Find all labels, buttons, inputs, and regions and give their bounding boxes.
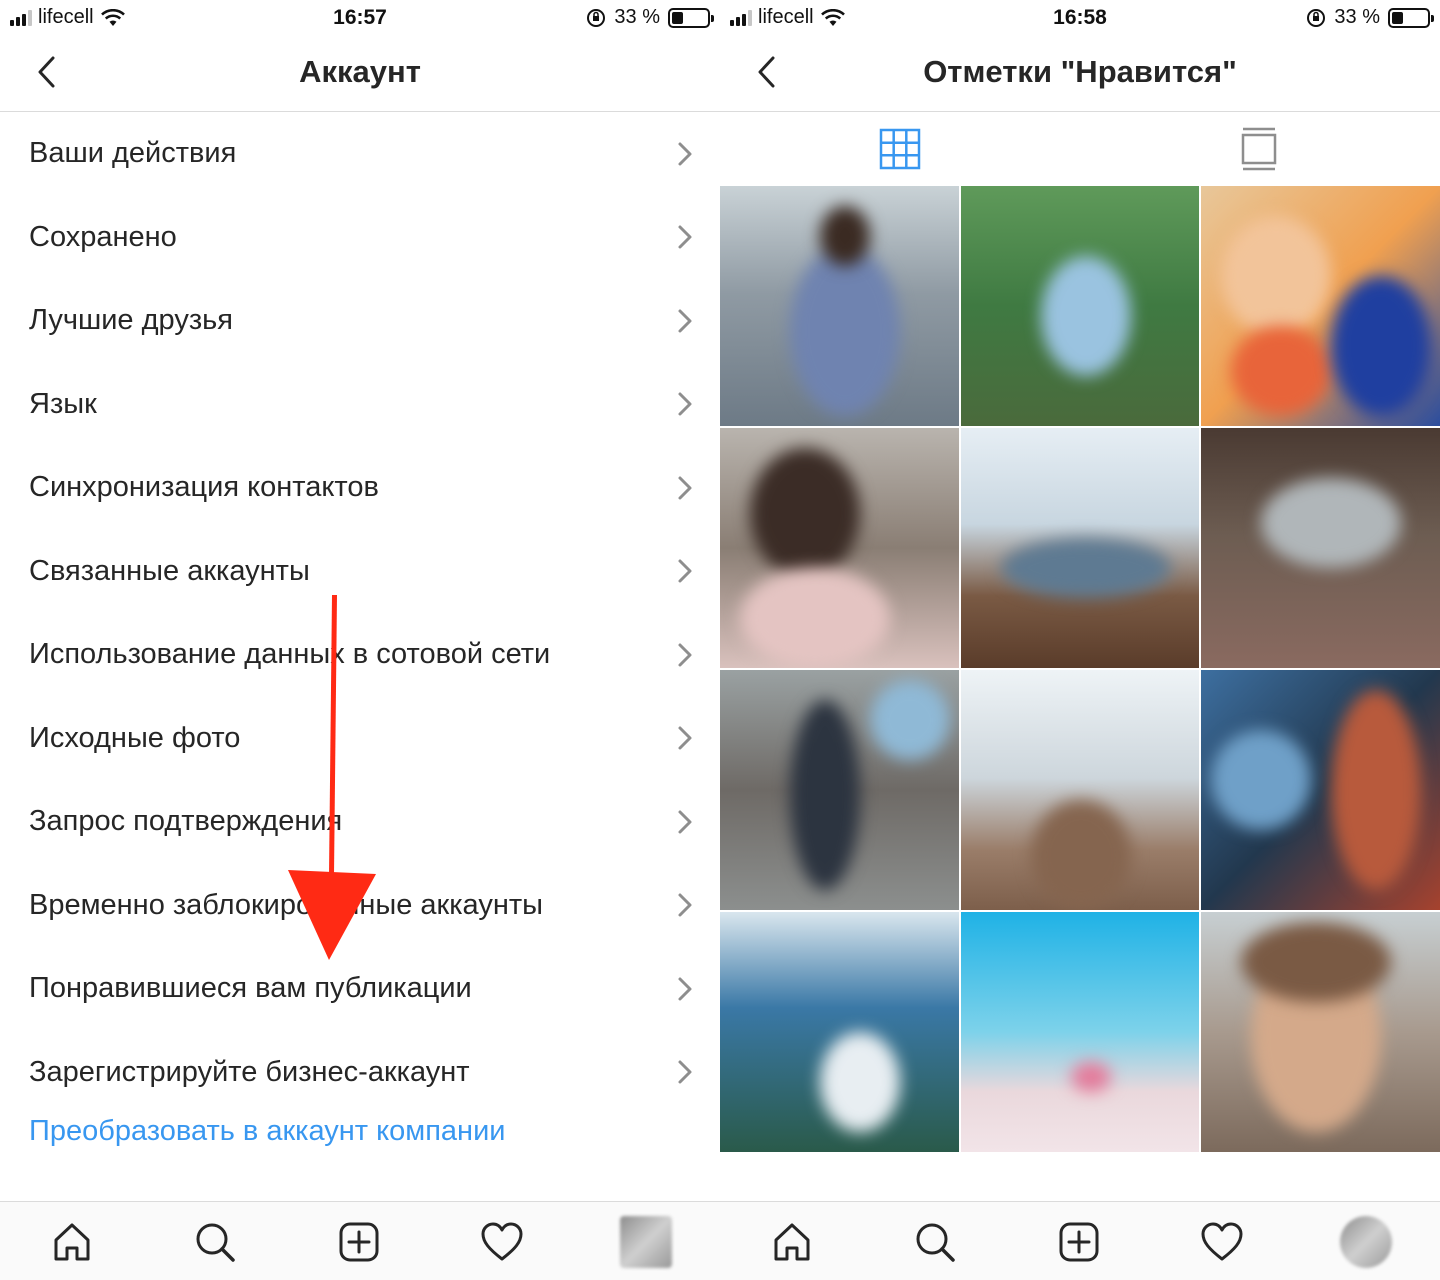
- search-icon: [916, 1223, 955, 1262]
- menu-item-label: Сохранено: [29, 220, 177, 253]
- menu-item-label: Язык: [29, 387, 97, 420]
- page-title: Отметки "Нравится": [923, 54, 1237, 89]
- menu-item-business-account[interactable]: Зарегистрируйте бизнес-аккаунт: [0, 1031, 720, 1115]
- search-icon: [196, 1223, 235, 1262]
- profile-avatar: [1340, 1216, 1392, 1268]
- menu-item-label: Запрос подтверждения: [29, 805, 343, 838]
- battery-fill: [672, 11, 683, 24]
- bottom-tab-bar: [720, 1201, 1440, 1280]
- tab-profile[interactable]: [616, 1212, 676, 1272]
- menu-item-saved[interactable]: Сохранено: [0, 196, 720, 280]
- chevron-right-icon: [678, 225, 692, 249]
- liked-post-thumbnail[interactable]: [1201, 912, 1440, 1152]
- menu-item-cellular-data[interactable]: Использование данных в сотовой сети: [0, 613, 720, 697]
- menu-item-linked-accounts[interactable]: Связанные аккаунты: [0, 530, 720, 614]
- liked-posts-screen: lifecell 16:58 33 % Отметки "Нравится": [720, 0, 1440, 1280]
- orientation-lock-icon: [587, 8, 606, 27]
- nav-header: Аккаунт: [0, 36, 720, 112]
- account-settings-screen: lifecell 16:57 33 % Аккаунт Ваши действи…: [0, 0, 720, 1280]
- tab-search[interactable]: [185, 1212, 245, 1272]
- battery-percent: 33 %: [1334, 6, 1380, 28]
- liked-post-thumbnail[interactable]: [1201, 670, 1440, 910]
- feed-view-icon: [1241, 127, 1277, 171]
- home-icon: [774, 1223, 810, 1261]
- status-bar: lifecell 16:57 33 %: [0, 0, 720, 36]
- nav-header: Отметки "Нравится": [720, 36, 1440, 112]
- menu-item-label: Использование данных в сотовой сети: [29, 638, 551, 671]
- liked-posts-grid: [720, 186, 1440, 1201]
- activity-heart-icon: [481, 1222, 523, 1261]
- liked-post-thumbnail[interactable]: [1201, 186, 1440, 426]
- add-post-icon: [339, 1222, 379, 1262]
- tab-new-post[interactable]: [1049, 1212, 1109, 1272]
- menu-item-label: Связанные аккаунты: [29, 554, 310, 587]
- orientation-lock-icon: [1307, 8, 1326, 27]
- menu-item-label: Временно заблокированные аккаунты: [29, 888, 543, 921]
- activity-heart-icon: [1201, 1222, 1243, 1261]
- chevron-right-icon: [678, 893, 692, 917]
- chevron-right-icon: [678, 977, 692, 1001]
- menu-item-restricted-accounts[interactable]: Временно заблокированные аккаунты: [0, 864, 720, 948]
- menu-item-close-friends[interactable]: Лучшие друзья: [0, 279, 720, 363]
- tab-search[interactable]: [905, 1212, 965, 1272]
- menu-item-label: Лучшие друзья: [29, 304, 233, 337]
- liked-post-thumbnail[interactable]: [720, 912, 959, 1152]
- menu-item-label: Синхронизация контактов: [29, 471, 379, 504]
- view-mode-toggle: [720, 112, 1440, 186]
- chevron-right-icon: [678, 392, 692, 416]
- menu-item-request-verification[interactable]: Запрос подтверждения: [0, 780, 720, 864]
- grid-view-button[interactable]: [870, 124, 930, 174]
- battery-icon: [1388, 7, 1434, 28]
- menu-item-label: Исходные фото: [29, 721, 241, 754]
- tab-activity[interactable]: [1192, 1212, 1252, 1272]
- status-bar: lifecell 16:58 33 %: [720, 0, 1440, 36]
- chevron-right-icon: [678, 559, 692, 583]
- chevron-right-icon: [678, 309, 692, 333]
- tab-home[interactable]: [762, 1212, 822, 1272]
- chevron-right-icon: [678, 726, 692, 750]
- menu-item-language[interactable]: Язык: [0, 363, 720, 447]
- liked-post-thumbnail[interactable]: [960, 912, 1200, 1152]
- add-post-icon: [1059, 1222, 1099, 1262]
- tab-new-post[interactable]: [329, 1212, 389, 1272]
- tab-home[interactable]: [42, 1212, 102, 1272]
- settings-menu: Ваши действия Сохранено Лучшие друзья Яз…: [0, 112, 720, 1114]
- tab-profile[interactable]: [1336, 1212, 1396, 1272]
- battery-icon: [668, 7, 714, 28]
- liked-post-thumbnail[interactable]: [720, 186, 959, 426]
- grid-view-icon: [879, 128, 921, 170]
- chevron-right-icon: [678, 142, 692, 166]
- tab-activity[interactable]: [472, 1212, 532, 1272]
- chevron-right-icon: [678, 810, 692, 834]
- menu-item-label: Понравившиеся вам публикации: [29, 972, 472, 1005]
- menu-item-original-photos[interactable]: Исходные фото: [0, 697, 720, 781]
- home-icon: [54, 1223, 90, 1261]
- battery-fill: [1392, 11, 1403, 24]
- bottom-tab-bar: [0, 1201, 720, 1280]
- menu-item-contacts-sync[interactable]: Синхронизация контактов: [0, 446, 720, 530]
- liked-post-thumbnail[interactable]: [960, 428, 1200, 668]
- chevron-right-icon: [678, 643, 692, 667]
- battery-percent: 33 %: [614, 6, 660, 28]
- menu-item-label: Ваши действия: [29, 137, 237, 170]
- menu-item-your-activity[interactable]: Ваши действия: [0, 112, 720, 196]
- chevron-right-icon: [678, 1060, 692, 1084]
- switch-to-business-link[interactable]: Преобразовать в аккаунт компании: [29, 1115, 505, 1148]
- liked-post-thumbnail[interactable]: [960, 186, 1200, 426]
- menu-item-label: Зарегистрируйте бизнес-аккаунт: [29, 1055, 470, 1088]
- liked-post-thumbnail[interactable]: [720, 670, 959, 910]
- menu-item-posts-you-liked[interactable]: Понравившиеся вам публикации: [0, 947, 720, 1031]
- liked-post-thumbnail[interactable]: [720, 428, 959, 668]
- page-title: Аккаунт: [299, 54, 421, 89]
- feed-view-button[interactable]: [1229, 124, 1289, 174]
- chevron-right-icon: [678, 476, 692, 500]
- liked-post-thumbnail[interactable]: [1201, 428, 1440, 668]
- liked-post-thumbnail[interactable]: [960, 670, 1200, 910]
- profile-avatar: [620, 1216, 672, 1268]
